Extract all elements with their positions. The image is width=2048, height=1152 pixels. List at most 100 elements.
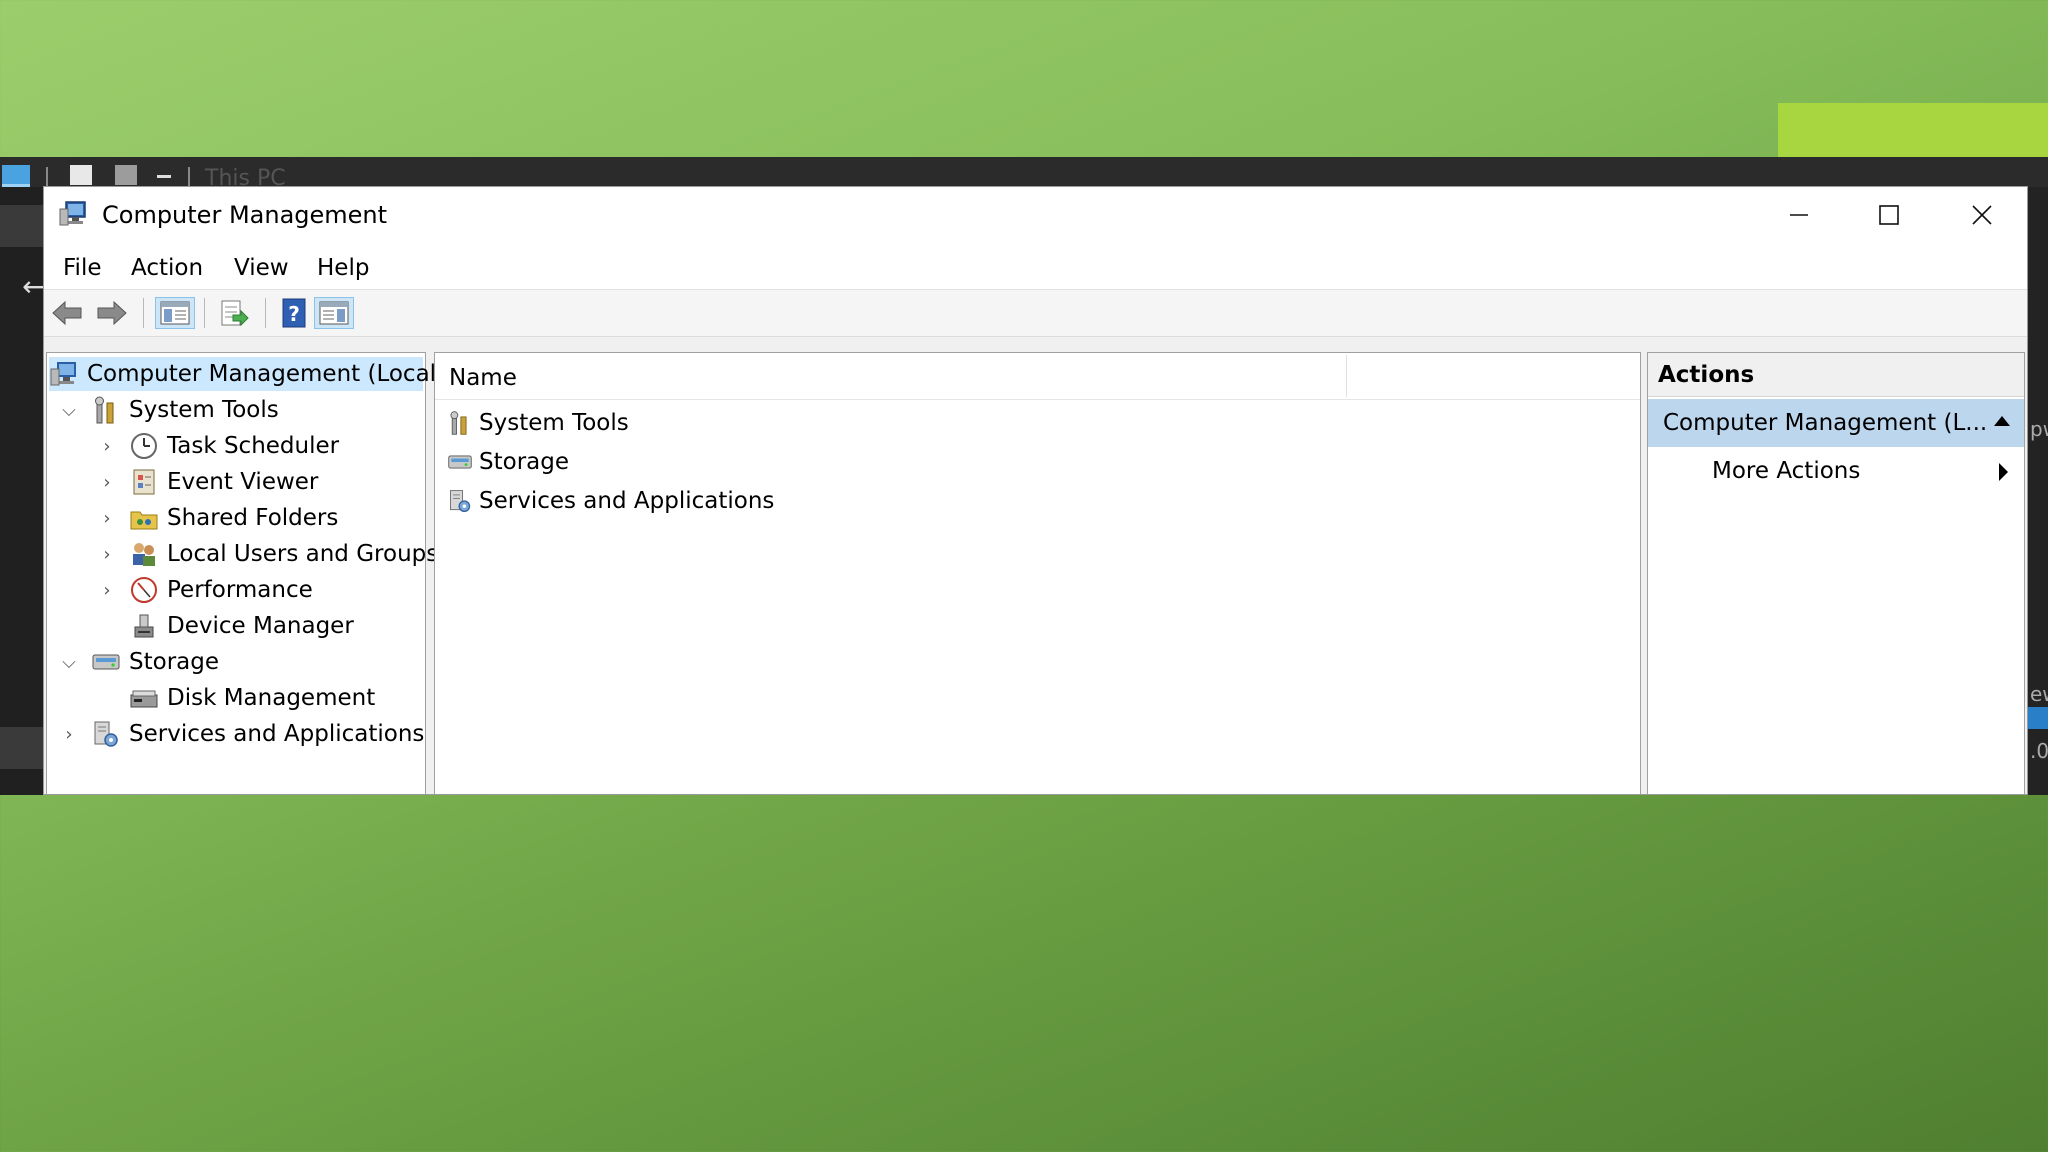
close-button[interactable] (1937, 187, 2027, 242)
show-hide-console-tree-button[interactable] (155, 297, 195, 329)
results-pane[interactable]: Name System Tools Storage Services and A… (434, 352, 1641, 794)
tree-item-label: Performance (167, 577, 313, 603)
column-divider[interactable] (1346, 355, 1347, 397)
disk-management-icon (130, 690, 158, 708)
chevron-right-icon[interactable]: › (97, 544, 117, 565)
actions-group-label: Computer Management (L... (1663, 410, 1988, 436)
show-hide-action-pane-icon (319, 301, 349, 325)
actions-group-computer-management[interactable]: Computer Management (L... (1648, 399, 2024, 447)
tree-item-computer-management[interactable]: Computer Management (Local (49, 357, 436, 391)
tree-item-label: System Tools (129, 397, 279, 423)
collapse-up-icon[interactable] (1994, 416, 2010, 426)
console-tree-pane[interactable]: Computer Management (Local ⌵ System Tool… (46, 352, 438, 794)
chevron-right-icon[interactable]: › (97, 508, 117, 529)
background-text: ew (2030, 682, 2048, 706)
menu-help[interactable]: Help (317, 255, 369, 281)
forward-button[interactable] (95, 297, 129, 329)
svg-text:?: ? (288, 302, 300, 326)
system-tools-icon (450, 411, 467, 435)
local-users-icon (133, 543, 155, 566)
chevron-right-icon[interactable]: › (97, 472, 117, 493)
dropdown-icon (157, 175, 171, 178)
chevron-down-icon[interactable]: ⌵ (59, 400, 79, 421)
back-icon (52, 300, 82, 326)
event-viewer-icon (133, 469, 155, 495)
list-item-label: Storage (479, 449, 569, 475)
computer-management-icon (59, 201, 86, 226)
tree-item-label: Disk Management (167, 685, 376, 711)
tree-item-services-and-applications[interactable]: Services and Applications (91, 717, 424, 751)
title-bar[interactable]: Computer Management (44, 187, 2027, 247)
tree-item-label: Shared Folders (167, 505, 339, 531)
more-actions-item[interactable]: More Actions (1648, 447, 2024, 495)
export-list-icon (221, 300, 249, 327)
menu-view[interactable]: View (234, 255, 289, 281)
list-item-system-tools[interactable]: System Tools (447, 405, 629, 441)
menu-file[interactable]: File (63, 255, 102, 281)
computer-management-icon (50, 362, 76, 386)
actions-pane: Actions Computer Management (L... More A… (1647, 352, 2025, 794)
help-button[interactable]: ? (277, 297, 311, 329)
tree-item-performance[interactable]: Performance (129, 573, 313, 607)
maximize-button[interactable] (1844, 187, 1934, 242)
background-button (0, 205, 43, 247)
minimize-icon (1790, 213, 1808, 216)
list-header: Name (435, 353, 1640, 400)
storage-icon (448, 455, 472, 469)
tree-item-label: Task Scheduler (167, 433, 340, 459)
chevron-right-icon[interactable]: › (97, 436, 117, 457)
chevron-down-icon[interactable]: ⌵ (59, 652, 79, 673)
services-and-applications-icon (450, 490, 471, 513)
close-icon (1972, 204, 1992, 225)
show-hide-action-pane-button[interactable] (314, 297, 354, 329)
tree-item-label: Storage (129, 649, 219, 675)
list-item-storage[interactable]: Storage (447, 444, 569, 480)
forward-icon (97, 300, 127, 326)
submenu-arrow-icon (1999, 463, 2008, 481)
properties-icon (70, 165, 92, 185)
list-item-services-and-applications[interactable]: Services and Applications (447, 483, 774, 519)
toolbar-separator (204, 298, 205, 328)
toolbar-separator (265, 298, 266, 328)
shared-folders-icon (130, 511, 158, 530)
background-text: pw (2030, 417, 2048, 441)
back-arrow-icon: ← (22, 270, 46, 303)
more-actions-label: More Actions (1712, 458, 1861, 484)
this-pc-icon (2, 165, 30, 187)
tree-item-event-viewer[interactable]: Event Viewer (129, 465, 318, 499)
performance-icon (131, 577, 157, 603)
list-item-label: System Tools (479, 410, 629, 436)
list-item-label: Services and Applications (479, 488, 775, 514)
tree-item-device-manager[interactable]: Device Manager (129, 609, 354, 643)
services-and-applications-icon (94, 721, 118, 747)
storage-icon (92, 654, 120, 670)
task-scheduler-icon (131, 433, 157, 459)
tree-item-label: Event Viewer (167, 469, 319, 495)
column-header-name[interactable]: Name (449, 365, 517, 391)
tree-item-local-users-and-groups[interactable]: Local Users and Groups (129, 537, 438, 571)
tree-item-label: Computer Management (Local (87, 361, 437, 387)
maximize-icon (1879, 204, 1899, 225)
chevron-right-icon[interactable]: › (97, 580, 117, 601)
tree-item-shared-folders[interactable]: Shared Folders (129, 501, 338, 535)
menu-bar: File Action View Help (44, 247, 2027, 290)
toolbar: ? (44, 290, 2027, 337)
separator (46, 167, 48, 187)
separator (188, 167, 190, 187)
minimize-button[interactable] (1754, 187, 1844, 242)
toolbar-separator (143, 298, 144, 328)
help-icon: ? (282, 298, 306, 328)
computer-management-window: Computer Management File Action View Hel… (43, 186, 2028, 795)
tree-item-disk-management[interactable]: Disk Management (129, 681, 375, 715)
menu-action[interactable]: Action (131, 255, 203, 281)
show-hide-console-tree-icon (160, 301, 190, 325)
system-tools-icon (95, 396, 114, 424)
tree-item-label: Device Manager (167, 613, 354, 639)
device-manager-icon (134, 614, 154, 638)
chevron-right-icon[interactable]: › (59, 724, 79, 745)
tree-item-storage[interactable]: Storage (91, 645, 219, 679)
tree-item-task-scheduler[interactable]: Task Scheduler (129, 429, 339, 463)
tree-item-system-tools[interactable]: System Tools (91, 393, 279, 427)
export-list-button[interactable] (217, 297, 251, 329)
back-button[interactable] (50, 297, 84, 329)
